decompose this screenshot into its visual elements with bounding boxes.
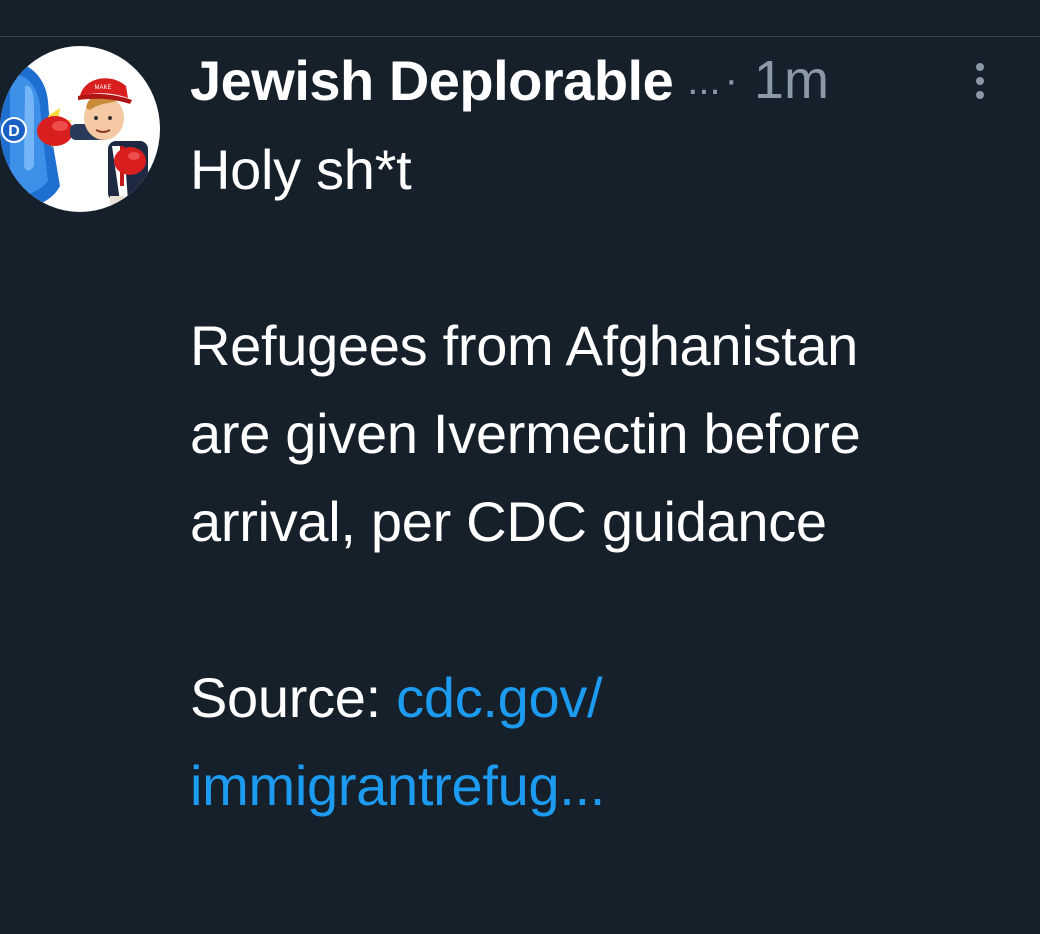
display-name[interactable]: Jewish Deplorable (190, 48, 674, 113)
tweet-line: Refugees from Afghanistan (190, 314, 859, 377)
top-divider (0, 36, 1040, 37)
separator-dot: · (724, 57, 738, 102)
tweet-line: are given Ivermectin before (190, 402, 861, 465)
svg-text:MAKE: MAKE (94, 85, 111, 91)
source-line: Source: cdc.gov/ (190, 654, 1020, 742)
avatar[interactable]: D MAKE (0, 46, 160, 212)
avatar-image: D MAKE (0, 46, 160, 212)
timestamp[interactable]: 1m (754, 49, 829, 111)
tweet-line: Holy sh*t (190, 138, 412, 201)
source-link-part2[interactable]: immigrantrefug... (190, 754, 605, 817)
source-link-line: immigrantrefug... (190, 742, 1020, 830)
more-vertical-icon[interactable] (968, 60, 992, 102)
source-label: Source: (190, 666, 397, 729)
name-truncation: ... (687, 59, 721, 103)
tweet-line: arrival, per CDC guidance (190, 490, 827, 553)
tweet-header: Jewish Deplorable ... · 1m (190, 44, 980, 116)
tweet-body: Holy sh*t Refugees from Afghanistan are … (190, 126, 1020, 830)
source-link-part1[interactable]: cdc.gov/ (396, 666, 602, 729)
avatar-badge-letter: D (8, 123, 20, 140)
